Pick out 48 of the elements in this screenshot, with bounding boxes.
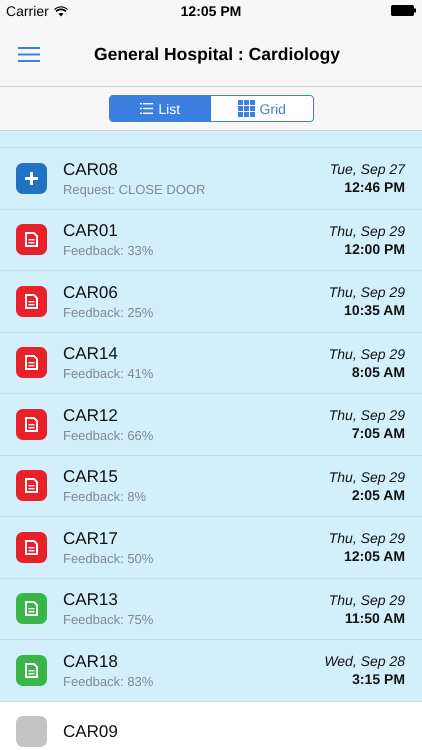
row-time: 11:50 AM — [344, 610, 405, 626]
row-time: 12:00 PM — [344, 240, 405, 257]
view-tab[interactable]: List — [110, 96, 211, 121]
room-name: CAR13 — [63, 590, 119, 610]
room-name: CAR17 — [63, 528, 119, 549]
row-date: Wed, Sep 28 — [324, 653, 405, 670]
row-detail: Feedback: 41% — [63, 366, 154, 382]
room-name: CAR12 — [63, 406, 119, 426]
menu-icon[interactable] — [18, 46, 40, 62]
view-tab[interactable]: Grid — [211, 96, 312, 121]
room-name: CAR08 — [63, 160, 119, 180]
row-detail: Feedback: 25% — [63, 304, 154, 320]
row-detail: Feedback: 75% — [63, 612, 154, 628]
row-time: 3:15 PM — [352, 671, 405, 688]
row-date: Thu, Sep 29 — [328, 468, 405, 485]
row-date: Thu, Sep 29 — [328, 407, 405, 424]
list-icon — [140, 103, 154, 114]
row-detail: Feedback: 33% — [63, 243, 154, 258]
screen-title: General Hospital : Cardiology — [94, 44, 340, 64]
room-name: CAR14 — [63, 344, 119, 364]
row-time: 7:05 AM — [352, 425, 405, 442]
battery-icon — [391, 5, 416, 16]
row-time: 2:05 AM — [352, 486, 405, 503]
row-time: 8:05 AM — [352, 364, 405, 380]
row-detail: Request: CLOSE DOOR — [63, 182, 206, 197]
patient-row[interactable]: CAR09 — [0, 700, 422, 750]
row-date: Thu, Sep 29 — [328, 222, 405, 239]
row-time: 12:46 PM — [344, 179, 405, 196]
row-date: Thu, Sep 29 — [328, 592, 405, 608]
room-name: CAR01 — [63, 221, 119, 242]
room-name: CAR15 — [63, 467, 119, 488]
wifi-icon — [54, 6, 68, 16]
row-date: Tue, Sep 27 — [330, 161, 405, 178]
row-detail: Feedback: 66% — [63, 428, 154, 443]
room-name: CAR18 — [63, 652, 119, 672]
room-name: CAR06 — [63, 282, 119, 303]
row-time: 10:35 AM — [344, 302, 405, 318]
clock-time: 12:05 PM — [180, 3, 242, 19]
row-date: Thu, Sep 29 — [328, 530, 405, 546]
row-time: 12:05 AM — [344, 548, 405, 564]
row-detail: Feedback: 8% — [63, 489, 148, 504]
grid-icon — [238, 100, 255, 117]
row-date: Thu, Sep 29 — [328, 284, 405, 300]
row-detail: Feedback: 83% — [63, 674, 154, 689]
row-detail: Feedback: 50% — [63, 550, 154, 566]
row-date: Thu, Sep 29 — [328, 346, 405, 362]
room-name: CAR09 — [63, 722, 119, 742]
carrier-name: Carrier — [6, 3, 49, 19]
